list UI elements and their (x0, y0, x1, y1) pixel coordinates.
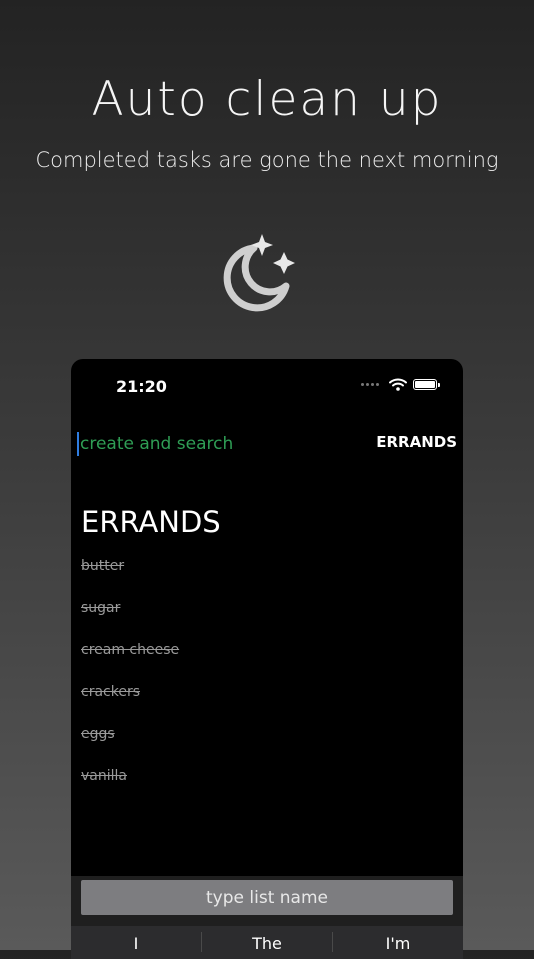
text-caret (77, 432, 79, 456)
status-icons (361, 378, 440, 391)
task-list: butter sugar cream cheese crackers eggs … (81, 558, 179, 810)
keyboard-suggestion[interactable]: I (71, 926, 201, 959)
task-item-completed[interactable]: butter (81, 558, 179, 600)
battery-icon (413, 379, 440, 390)
phone-screen: 21:20 ERRANDS ERRANDS butter sugar cream… (71, 359, 463, 959)
promo-subtitle: Completed tasks are gone the next mornin… (35, 148, 499, 172)
task-item-completed[interactable]: sugar (81, 600, 179, 642)
search-input[interactable] (80, 434, 340, 454)
keyboard-suggestion-bar: I The I'm (71, 926, 463, 959)
status-time: 21:20 (116, 377, 167, 396)
list-name-input[interactable] (81, 880, 453, 915)
moon-stars-icon (223, 234, 295, 312)
task-item-completed[interactable]: vanilla (81, 768, 179, 810)
list-name-bar (71, 876, 463, 926)
current-list-button[interactable]: ERRANDS (376, 433, 457, 451)
signal-dots-icon (361, 383, 379, 386)
keyboard-suggestion[interactable]: The (202, 926, 332, 959)
task-item-completed[interactable]: crackers (81, 684, 179, 726)
list-title: ERRANDS (81, 505, 221, 539)
task-item-completed[interactable]: eggs (81, 726, 179, 768)
search-bar (77, 431, 377, 457)
wifi-icon (389, 378, 407, 391)
keyboard-suggestion[interactable]: I'm (333, 926, 463, 959)
task-item-completed[interactable]: cream cheese (81, 642, 179, 684)
promo-title: Auto clean up (91, 72, 443, 127)
